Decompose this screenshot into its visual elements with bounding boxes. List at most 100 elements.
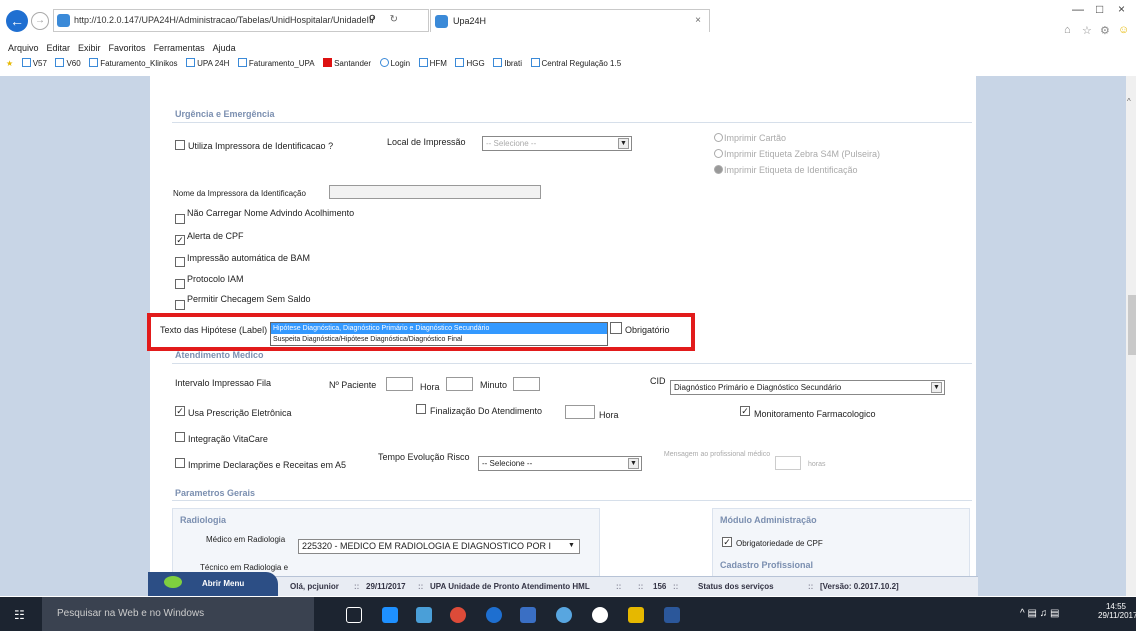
cid-select[interactable]: Diagnóstico Primário e Diagnóstico Secun… [670, 380, 945, 395]
status-user: Olá, pcjunior [290, 582, 339, 591]
favorites-icon[interactable]: ☆ [1082, 24, 1092, 37]
favorites-bar: ★ V57 V60 Faturamento_Klinikos UPA 24H F… [0, 56, 1136, 72]
minuto-input[interactable] [513, 377, 540, 391]
finalizacao-checkbox[interactable] [416, 404, 426, 414]
imprimir-etiqueta-radio[interactable] [714, 165, 723, 174]
divider [172, 500, 972, 501]
imprimir-cartao-radio[interactable] [714, 133, 723, 142]
obrigatoriedade-cpf-checkbox[interactable]: ✓ [722, 537, 732, 547]
highlight-box [147, 313, 695, 351]
finalizacao-hora-input[interactable] [565, 405, 595, 419]
status-unit: UPA Unidade de Pronto Atendimento HML [430, 582, 590, 591]
menu-item[interactable]: Arquivo [8, 40, 39, 56]
impressao-bam-label: Impressão automática de BAM [187, 253, 311, 263]
utiliza-impressora-checkbox[interactable] [175, 140, 185, 150]
address-bar[interactable]: http://10.2.0.147/UPA24H/Administracao/T… [53, 9, 429, 32]
windows-start-icon[interactable]: ☷ [14, 608, 28, 622]
integracao-checkbox[interactable] [175, 432, 185, 442]
clock[interactable]: 14:55 29/11/2017 [1098, 602, 1136, 620]
refresh-icon[interactable]: ↻ [390, 14, 398, 25]
fav-item[interactable]: Central Regulação 1.5 [530, 56, 621, 72]
intervalo-label: Intervalo Impressao Fila [175, 378, 272, 388]
menu-item[interactable]: Ajuda [213, 40, 236, 56]
left-margin [0, 76, 150, 596]
app3-icon[interactable] [592, 607, 608, 623]
menu-bar: Arquivo Editar Exibir Favoritos Ferramentas A… [0, 40, 1136, 56]
usa-prescricao-label: Usa Prescrição Eletrônica [188, 408, 292, 418]
menu-item[interactable]: Ferramentas [154, 40, 205, 56]
imprimir-cartao-label: Imprimir Cartão [724, 133, 787, 143]
divider [172, 122, 972, 123]
fav-star-icon: ★ [6, 59, 14, 68]
home-icon[interactable]: ⌂ [1064, 24, 1071, 36]
app-icon[interactable] [520, 607, 536, 623]
imprimir-zebra-radio[interactable] [714, 149, 723, 158]
usa-prescricao-checkbox[interactable]: ✓ [175, 406, 185, 416]
fav-item[interactable]: HFM [418, 56, 447, 72]
chrome-icon[interactable] [450, 607, 466, 623]
chevron-down-icon: ▼ [931, 382, 942, 393]
task-view-icon[interactable] [346, 607, 362, 623]
store-icon[interactable] [416, 607, 432, 623]
fav-item[interactable]: V57 [21, 56, 47, 72]
status-count: 156 [653, 582, 667, 591]
folder-icon[interactable] [628, 607, 644, 623]
hora-input[interactable] [446, 377, 473, 391]
fav-item[interactable]: Faturamento_UPA [237, 56, 315, 72]
protocolo-iam-checkbox[interactable] [175, 279, 185, 289]
gear-icon[interactable]: ⚙ [1100, 24, 1110, 37]
abrir-menu-button[interactable]: Abrir Menu [148, 572, 278, 596]
imprime-declaracoes-checkbox[interactable] [175, 458, 185, 468]
tempo-evolucao-select[interactable]: -- Selecione -- ▼ [478, 456, 642, 471]
nao-carregar-checkbox[interactable] [175, 214, 185, 224]
finalizacao-label: Finalização Do Atendimento [430, 406, 543, 416]
scroll-up-icon[interactable]: ^ [1127, 97, 1131, 106]
fav-item[interactable]: V60 [55, 56, 81, 72]
mensagem-horas-input[interactable] [775, 456, 801, 470]
system-tray-icons[interactable]: ^ ▤ ♫ ▤ [1020, 608, 1059, 619]
app2-icon[interactable] [556, 607, 572, 623]
impressao-bam-checkbox[interactable] [175, 257, 185, 267]
fav-item[interactable]: Santander [323, 56, 371, 72]
cid-label: CID [650, 376, 666, 386]
menu-item[interactable]: Exibir [78, 40, 101, 56]
monitoramento-checkbox[interactable]: ✓ [740, 406, 750, 416]
imprimir-zebra-label: Imprimir Etiqueta Zebra S4M (Pulseira) [724, 149, 881, 159]
medico-radiologia-select[interactable]: 225320 - MEDICO EM RADIOLOGIA E DIAGNOST… [298, 539, 580, 554]
nome-impressora-input[interactable] [329, 185, 541, 199]
restore-icon[interactable]: □ [1096, 2, 1103, 16]
right-margin [976, 76, 1126, 596]
tab-upa24h[interactable]: Upa24H × [430, 9, 710, 32]
menu-item[interactable]: Editar [47, 40, 71, 56]
alerta-cpf-checkbox[interactable]: ✓ [175, 235, 185, 245]
url-text: http://10.2.0.147/UPA24H/Administracao/T… [74, 15, 374, 25]
local-impressao-select[interactable]: -- Selecione -- ▼ [482, 136, 632, 151]
ie-taskbar-icon[interactable] [486, 607, 502, 623]
close-window-icon[interactable]: × [1118, 2, 1125, 16]
obrigatoriedade-cpf-label: Obrigatoriedade de CPF [736, 539, 823, 548]
close-tab-icon[interactable]: × [695, 15, 701, 26]
horas-label: horas [808, 461, 826, 468]
fav-item[interactable]: Faturamento_Klinikos [89, 56, 178, 72]
status-servicos[interactable]: Status dos serviços [698, 582, 774, 591]
tecnico-radiologia-label: Técnico em Radiologia e [200, 563, 289, 572]
taskbar-search[interactable]: Pesquisar na Web e no Windows [42, 597, 314, 631]
smiley-icon[interactable]: ☺ [1118, 24, 1129, 36]
search-icon[interactable]: ⚲ [369, 14, 376, 25]
back-icon[interactable]: ← [6, 10, 28, 32]
radiologia-title: Radiologia [180, 515, 227, 525]
minimize-icon[interactable]: — [1072, 2, 1084, 16]
fav-item[interactable]: Login [379, 56, 410, 72]
fav-item[interactable]: UPA 24H [186, 56, 229, 72]
scroll-thumb[interactable] [1128, 295, 1136, 355]
medico-radiologia-label: Médico em Radiologia [206, 535, 286, 544]
menu-item[interactable]: Favoritos [109, 40, 146, 56]
word-icon[interactable] [664, 607, 680, 623]
finalizacao-hora-label: Hora [599, 410, 619, 420]
edge-icon[interactable] [382, 607, 398, 623]
forward-icon[interactable]: → [31, 12, 49, 30]
permitir-checagem-checkbox[interactable] [175, 300, 185, 310]
n-paciente-input[interactable] [386, 377, 413, 391]
fav-item[interactable]: HGG [455, 56, 485, 72]
fav-item[interactable]: Ibrati [493, 56, 522, 72]
